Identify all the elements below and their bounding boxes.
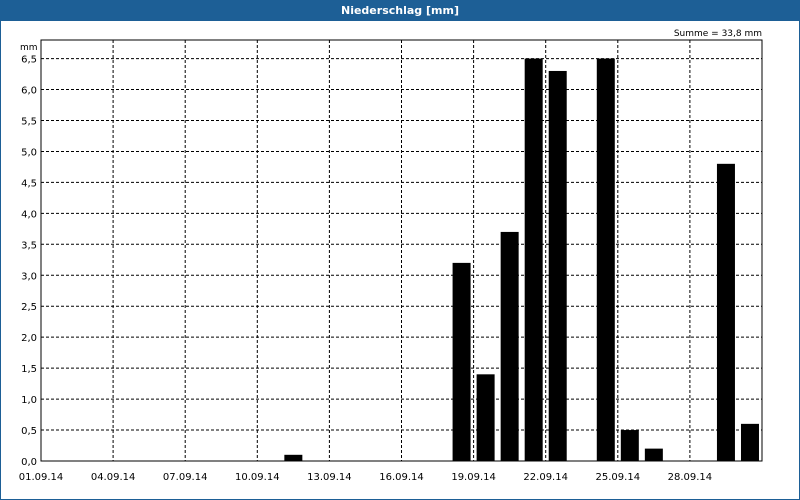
x-tick-label: 04.09.14 <box>91 472 136 483</box>
y-tick-label: 5,0 <box>21 147 37 158</box>
precipitation-bar <box>644 448 663 461</box>
y-tick-label: 0,0 <box>21 457 37 468</box>
y-tick-label: 6,5 <box>21 55 37 66</box>
precipitation-chart: Summe = 33,8 mm mm 0,0 0,5 1,0 1,5 2,0 2,5 3,0… <box>19 29 763 483</box>
y-tick-label: 3,0 <box>21 271 37 282</box>
y-tick-label: 1,0 <box>21 395 37 406</box>
y-axis-unit: mm <box>20 43 38 53</box>
precipitation-bar <box>716 163 735 461</box>
x-tick-label: 13.09.14 <box>307 472 352 483</box>
precipitation-bar <box>500 231 519 461</box>
y-tick-label: 1,5 <box>21 364 37 375</box>
x-tick-label: 22.09.14 <box>523 472 568 483</box>
y-tick-label: 4,5 <box>21 178 37 189</box>
x-tick-label: 01.09.14 <box>19 472 64 483</box>
x-tick-label: 25.09.14 <box>596 472 641 483</box>
precipitation-bar <box>620 430 639 461</box>
precipitation-bar <box>452 262 471 461</box>
precipitation-bar <box>548 70 567 462</box>
x-tick-label: 10.09.14 <box>235 472 280 483</box>
sum-label: Summe = 33,8 mm <box>674 29 762 39</box>
precipitation-bar <box>524 58 543 462</box>
x-tick-label: 07.09.14 <box>163 472 208 483</box>
x-tick-label: 16.09.14 <box>379 472 424 483</box>
x-tick-label: 28.09.14 <box>668 472 713 483</box>
y-tick-label: 0,5 <box>21 426 37 437</box>
y-tick-label: 5,5 <box>21 116 37 127</box>
y-tick-label: 3,5 <box>21 240 37 251</box>
precipitation-bar <box>476 374 495 461</box>
precipitation-bar <box>284 454 303 461</box>
precipitation-bar <box>740 423 759 461</box>
x-tick-label: 19.09.14 <box>451 472 496 483</box>
y-tick-label: 2,5 <box>21 302 37 313</box>
y-tick-label: 4,0 <box>21 209 37 220</box>
precipitation-bar <box>596 58 615 462</box>
y-tick-label: 6,0 <box>21 86 37 97</box>
y-tick-label: 2,0 <box>21 333 37 344</box>
